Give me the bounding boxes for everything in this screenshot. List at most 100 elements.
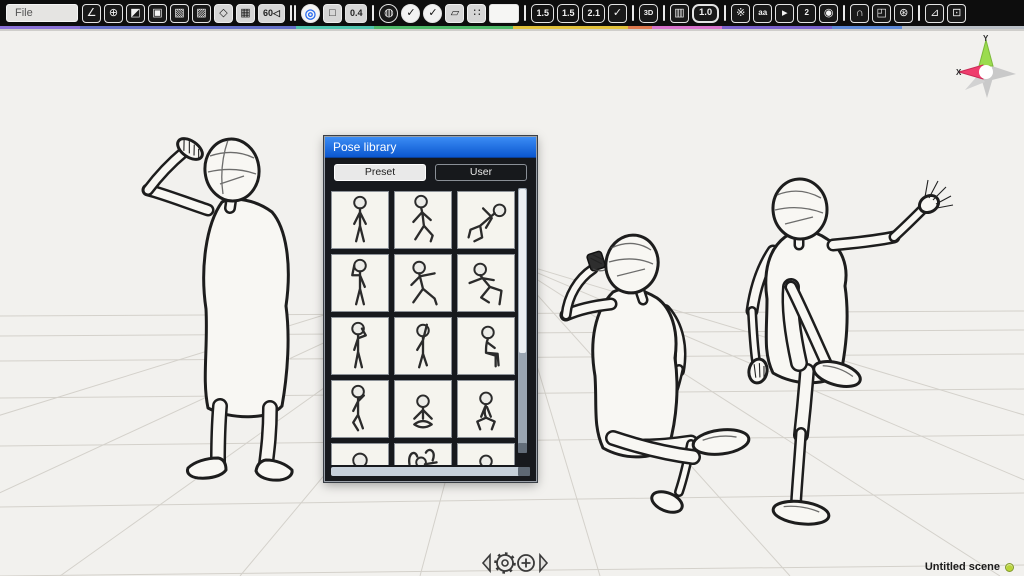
grid-toggle-button[interactable]: ▦ xyxy=(236,4,255,23)
scene-status-icon xyxy=(1005,563,1014,572)
axis-tool-button[interactable]: ∠ xyxy=(82,4,101,23)
prev-arrow-button[interactable] xyxy=(483,555,490,571)
shade-check-button[interactable]: ✓ xyxy=(401,4,420,23)
toolbar-separator xyxy=(290,5,292,21)
toolbar-group-film-tools: ※aa▸2◉ xyxy=(731,4,838,23)
file-menu-button[interactable]: File xyxy=(6,4,78,22)
headphones-button[interactable]: ∩ xyxy=(850,4,869,23)
pose-thumbnail-peek-top[interactable] xyxy=(331,443,389,465)
scene-name-label: Untitled scene xyxy=(925,561,1000,573)
vertical-scrollbar-thumb[interactable] xyxy=(519,189,526,353)
image-button[interactable]: ◰ xyxy=(872,4,891,23)
orbit-sphere-button[interactable]: ⊕ xyxy=(104,4,123,23)
pose-thumbnail-punching[interactable] xyxy=(394,254,452,312)
vertical-scrollbar-cap xyxy=(518,443,527,453)
pose-thumbnail-reaching-up[interactable] xyxy=(394,317,452,375)
setting-2-value[interactable]: 1.5 xyxy=(557,4,580,23)
prism-button[interactable]: ▱ xyxy=(445,4,464,23)
figure-knee-raise[interactable] xyxy=(733,171,958,526)
pose-thumbnail-sitting-cross-legged[interactable] xyxy=(394,380,452,438)
scene-viewport[interactable]: Pose library Preset User Y X xyxy=(0,31,1024,576)
pose-thumbnail-drinking[interactable] xyxy=(331,317,389,375)
pose-grid xyxy=(331,188,515,465)
keyframe-strip-button[interactable]: ▥ xyxy=(670,4,689,23)
horizontal-scrollbar[interactable] xyxy=(331,467,530,476)
pose-thumbnail-standing[interactable] xyxy=(331,191,389,249)
next-arrow-button[interactable] xyxy=(540,555,547,571)
gizmo-center[interactable] xyxy=(979,65,993,79)
pose-thumbnail-salute[interactable] xyxy=(331,254,389,312)
pose-library-tabs: Preset User xyxy=(325,158,536,186)
fov-60-button[interactable]: 60◁ xyxy=(258,4,285,23)
figure-standing-salute[interactable] xyxy=(122,124,302,484)
toolbar-groups: ∠⊕◩▣▧▨◇▦60◁◎□0.4◍✓✓▱∷1.51.52.1✓3D▥1.0※aa… xyxy=(82,4,966,23)
toolbar-separator xyxy=(843,5,845,21)
bounding-box-button[interactable]: ▣ xyxy=(148,4,167,23)
add-pose-button[interactable] xyxy=(518,555,534,571)
toolbar-separator xyxy=(524,5,526,21)
toolbar-separator xyxy=(632,5,634,21)
toolbar-group-export-3d: 3D xyxy=(639,4,658,23)
toolbar-group-pose-tools: ⊿⊡ xyxy=(925,4,966,23)
pose-thumbnail-sitting[interactable] xyxy=(457,317,515,375)
toolbar-group-numeric-settings: 1.51.52.1✓ xyxy=(531,4,627,23)
pose-library-body xyxy=(325,186,536,467)
web-button[interactable]: ⊛ xyxy=(894,4,913,23)
pose-nav-controls xyxy=(480,552,558,574)
pose-id-button[interactable]: ⊿ xyxy=(925,4,944,23)
speed-1-0-badge[interactable]: 1.0 xyxy=(692,4,719,23)
clipboard-3d-button[interactable]: 3D xyxy=(639,4,658,23)
pose-thumbnail-walking[interactable] xyxy=(394,191,452,249)
toolbar-separator xyxy=(918,5,920,21)
pose-thumbnail-peek-top-2[interactable] xyxy=(457,443,515,465)
material-sphere-button[interactable]: ◍ xyxy=(379,4,398,23)
film-frame2-button[interactable]: 2 xyxy=(797,4,816,23)
setting-3-value[interactable]: 2.1 xyxy=(582,4,605,23)
vertical-scrollbar[interactable] xyxy=(518,188,527,453)
toolbar-separator xyxy=(663,5,665,21)
pose-thumbnail-lunging[interactable] xyxy=(457,254,515,312)
cube-outline-button[interactable]: □ xyxy=(323,4,342,23)
outline-width-value[interactable]: 0.4 xyxy=(345,4,368,23)
toolbar-group-view-tools: ∠⊕◩▣▧▨◇▦60◁ xyxy=(82,4,285,23)
pose-thumbnail-thinking[interactable] xyxy=(331,380,389,438)
pose-library-titlebar[interactable]: Pose library xyxy=(325,137,536,158)
settings-checkbox[interactable]: ✓ xyxy=(608,4,627,23)
axis-y-arrow[interactable] xyxy=(979,40,993,66)
pose-thumbnail-sprint-start[interactable] xyxy=(457,191,515,249)
scene-status: Untitled scene xyxy=(925,561,1014,573)
scale-tool-button[interactable]: ◩ xyxy=(126,4,145,23)
focus-target-button[interactable]: ◎ xyxy=(301,4,320,23)
settings-gear-button[interactable] xyxy=(496,554,515,573)
film-grain-button[interactable]: ※ xyxy=(731,4,750,23)
fit-frame-button[interactable]: ⊡ xyxy=(947,4,966,23)
toolbar-group-media-tools: ∩◰⊛ xyxy=(850,4,913,23)
tab-user[interactable]: User xyxy=(435,164,527,181)
joint-dots-button[interactable]: ∷ xyxy=(467,4,486,23)
axis-y-label: Y xyxy=(983,34,989,43)
pose-thumbnail-crouching[interactable] xyxy=(457,380,515,438)
pose-library-dialog: Pose library Preset User xyxy=(324,136,537,482)
smooth-check-button[interactable]: ✓ xyxy=(423,4,442,23)
toolbar-group-outline-tools: ◎□0.4 xyxy=(301,4,368,23)
film-select-button[interactable]: ▸ xyxy=(775,4,794,23)
horizontal-scrollbar-cap xyxy=(518,467,530,476)
toolbar-group-shading-tools: ◍✓✓▱∷ xyxy=(379,4,519,23)
perspective-cube-button[interactable]: ◇ xyxy=(214,4,233,23)
toolbar-group-playback-speed: ▥1.0 xyxy=(670,4,719,23)
axis-gizmo[interactable]: Y X xyxy=(952,31,1022,101)
axis-x-label: X xyxy=(956,68,962,77)
film-caption-button[interactable]: aa xyxy=(753,4,772,23)
main-toolbar: File ∠⊕◩▣▧▨◇▦60◁◎□0.4◍✓✓▱∷1.51.52.1✓3D▥1… xyxy=(0,0,1024,26)
camera-button[interactable]: ◉ xyxy=(819,4,838,23)
toolbar-separator xyxy=(724,5,726,21)
setting-1-value[interactable]: 1.5 xyxy=(531,4,554,23)
cube-dashed-button[interactable]: ▧ xyxy=(170,4,189,23)
toolbar-separator xyxy=(372,5,374,21)
pose-thumbnail-lying-arms-up[interactable] xyxy=(394,443,452,465)
color-swatch-button[interactable] xyxy=(489,4,519,23)
axis-neg-x-arrow[interactable] xyxy=(992,66,1016,80)
figure-sitting-phone[interactable] xyxy=(553,226,753,516)
cube-move-button[interactable]: ▨ xyxy=(192,4,211,23)
tab-preset[interactable]: Preset xyxy=(334,164,426,181)
